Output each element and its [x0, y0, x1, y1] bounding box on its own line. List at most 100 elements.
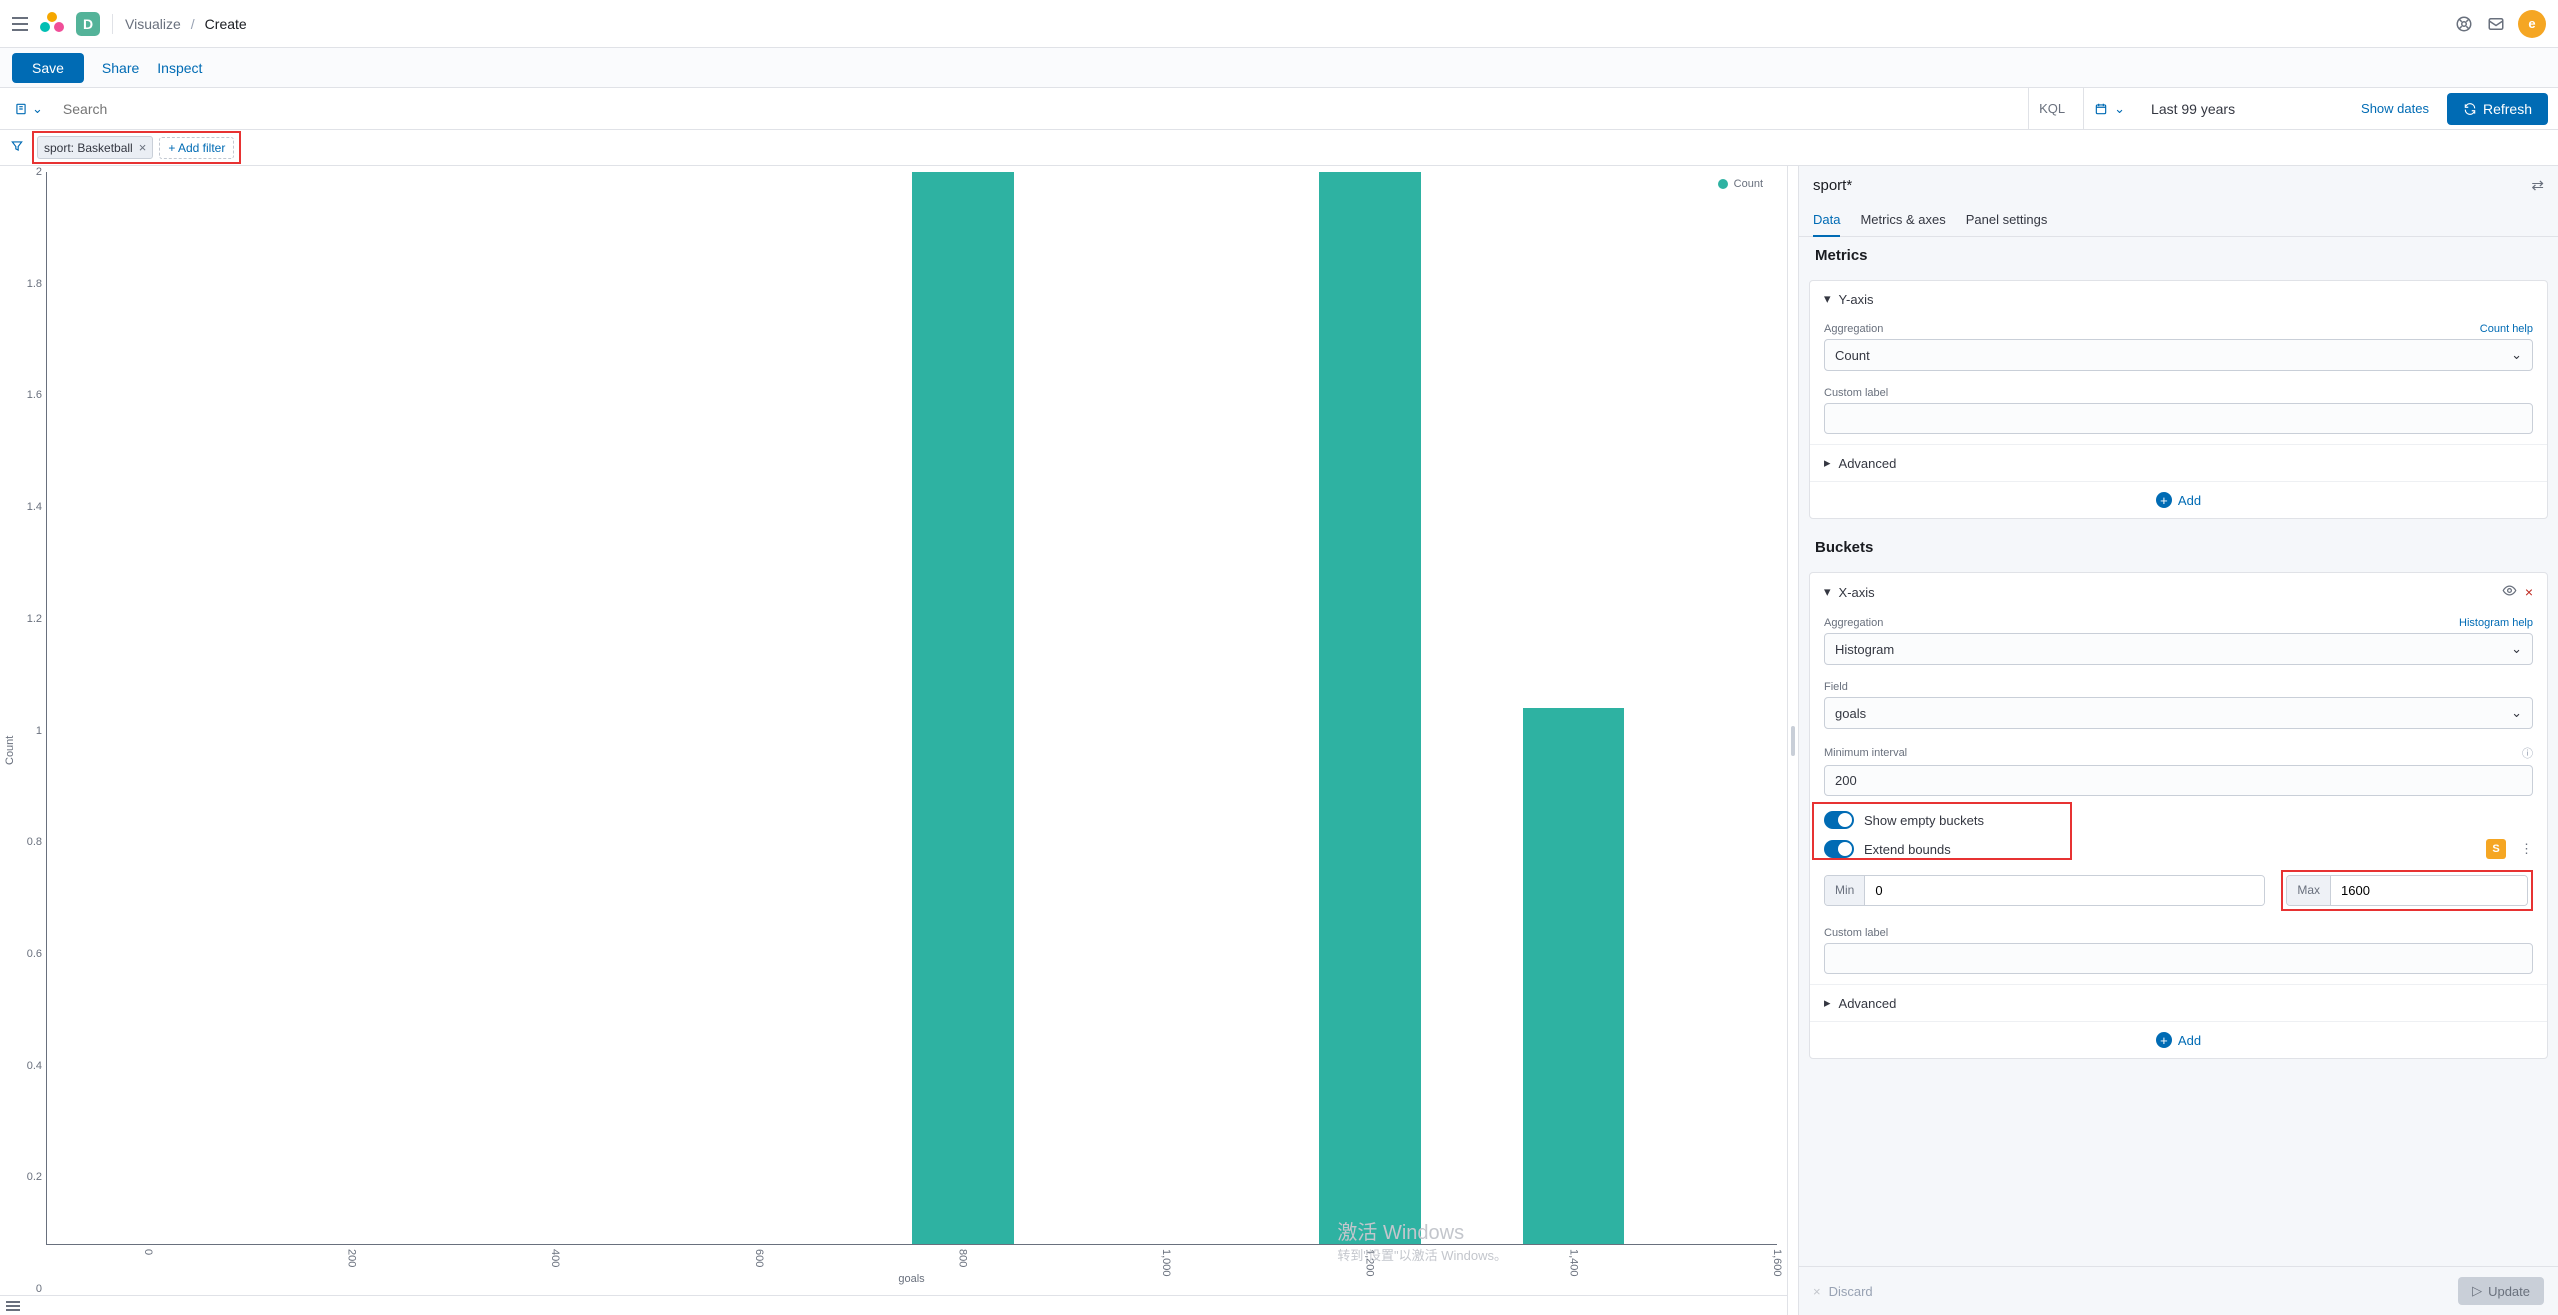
sidebar-footer: × Discard ▷ Update — [1799, 1266, 2558, 1315]
bar[interactable] — [912, 172, 1014, 1244]
legend-swatch-icon — [1718, 179, 1728, 189]
tab-metrics-axes[interactable]: Metrics & axes — [1860, 204, 1945, 236]
chevron-down-icon: ⌄ — [32, 101, 43, 117]
newsfeed-icon[interactable] — [2486, 14, 2506, 34]
bucket-aggregation-select[interactable]: Histogram ⌄ — [1824, 633, 2533, 665]
chart-footer — [0, 1295, 1787, 1315]
buckets-card: X-axis × Aggregation Histogram help — [1809, 572, 2548, 1059]
search-input[interactable] — [55, 95, 2020, 123]
filter-pill[interactable]: sport: Basketball × — [37, 136, 153, 159]
space-badge[interactable]: D — [76, 12, 100, 36]
breadcrumb-parent[interactable]: Visualize — [125, 16, 181, 32]
y-axis-ticks: 00.20.40.60.811.21.41.61.82 — [18, 172, 46, 1289]
more-icon[interactable]: ⋮ — [2520, 841, 2533, 857]
field-select[interactable]: goals ⌄ — [1824, 697, 2533, 729]
chevron-right-icon — [1824, 995, 1831, 1011]
close-icon[interactable]: × — [139, 140, 147, 155]
chevron-down-icon — [1824, 584, 1831, 600]
plus-icon: + — [2156, 492, 2172, 508]
aggregation-label: Aggregation — [1824, 617, 1883, 629]
action-bar: Save Share Inspect — [0, 48, 2558, 88]
editor-sidebar: sport* ⇄ Data Metrics & axes Panel setti… — [1798, 166, 2558, 1315]
menu-icon[interactable] — [12, 17, 28, 31]
max-input[interactable] — [2331, 876, 2527, 905]
filter-pill-text: sport: Basketball — [44, 141, 133, 155]
plus-icon: + — [2156, 1032, 2172, 1048]
min-label: Min — [1825, 876, 1865, 905]
avatar[interactable]: e — [2518, 10, 2546, 38]
chart-legend[interactable]: Count — [1718, 178, 1763, 190]
toggle-visibility-icon[interactable] — [2502, 583, 2517, 601]
custom-label-label: Custom label — [1824, 927, 1888, 939]
update-button[interactable]: ▷ Update — [2458, 1277, 2544, 1305]
metrics-yaxis-toggle[interactable]: Y-axis — [1824, 291, 2533, 307]
buckets-add-button[interactable]: + Add — [1810, 1021, 2547, 1058]
show-dates-link[interactable]: Show dates — [2351, 101, 2439, 116]
sidebar-tabs: Data Metrics & axes Panel settings — [1799, 204, 2558, 237]
min-input[interactable] — [1865, 876, 2264, 905]
query-bar: ⌄ KQL ⌄ Last 99 years Show dates Refresh — [0, 88, 2558, 130]
legend-toggle-icon[interactable] — [6, 1301, 20, 1311]
chart-plot[interactable]: Count — [46, 172, 1777, 1245]
date-range-text[interactable]: Last 99 years — [2143, 101, 2343, 117]
inspect-link[interactable]: Inspect — [157, 60, 202, 76]
custom-label-input[interactable] — [1824, 403, 2533, 434]
help-icon[interactable] — [2454, 14, 2474, 34]
date-picker[interactable]: ⌄ — [2083, 88, 2135, 129]
histogram-help-link[interactable]: Histogram help — [2459, 617, 2533, 629]
count-help-link[interactable]: Count help — [2480, 323, 2533, 335]
bucket-custom-label-input[interactable] — [1824, 943, 2533, 974]
json-input-icon[interactable]: S — [2486, 839, 2506, 859]
highlight-max: Max — [2281, 870, 2533, 911]
custom-label-label: Custom label — [1824, 387, 1888, 399]
discard-button[interactable]: Discard — [1829, 1284, 1873, 1299]
extend-bounds-switch[interactable] — [1824, 840, 1854, 858]
saved-queries-button[interactable]: ⌄ — [10, 101, 47, 117]
chevron-down-icon: ⌄ — [2511, 705, 2522, 721]
elastic-logo-icon[interactable] — [40, 12, 64, 36]
chevron-down-icon — [1824, 291, 1831, 307]
filter-bar: sport: Basketball × + Add filter — [0, 130, 2558, 166]
breadcrumb-separator-icon: / — [191, 16, 195, 32]
chevron-down-icon: ⌄ — [2511, 641, 2522, 657]
min-interval-input[interactable]: 200 — [1824, 765, 2533, 796]
legend-label: Count — [1734, 178, 1763, 190]
x-axis-title: goals — [46, 1273, 1777, 1289]
y-axis-title: Count — [2, 172, 18, 1289]
buckets-xaxis-toggle[interactable]: X-axis — [1824, 584, 2502, 600]
refresh-button[interactable]: Refresh — [2447, 93, 2548, 125]
kql-toggle[interactable]: KQL — [2028, 88, 2075, 129]
tab-data[interactable]: Data — [1813, 204, 1840, 237]
filter-options-icon[interactable] — [10, 139, 24, 156]
chevron-down-icon: ⌄ — [2114, 101, 2125, 117]
max-field[interactable]: Max — [2286, 875, 2528, 906]
breadcrumb-current: Create — [205, 16, 247, 32]
info-icon[interactable]: ⓘ — [2522, 745, 2533, 761]
share-link[interactable]: Share — [102, 60, 139, 76]
index-pattern-switch-icon[interactable]: ⇄ — [2531, 176, 2544, 194]
show-empty-buckets-switch[interactable] — [1824, 811, 1854, 829]
play-icon: ▷ — [2472, 1283, 2482, 1299]
bar[interactable] — [1523, 708, 1625, 1244]
buckets-advanced-toggle[interactable]: Advanced — [1824, 995, 2533, 1011]
chevron-down-icon: ⌄ — [2511, 347, 2522, 363]
breadcrumb: Visualize / Create — [125, 16, 247, 32]
delete-icon[interactable]: × — [2525, 584, 2533, 600]
save-button[interactable]: Save — [12, 53, 84, 83]
tab-panel-settings[interactable]: Panel settings — [1966, 204, 2048, 236]
add-filter-button[interactable]: + Add filter — [159, 137, 234, 159]
metrics-add-button[interactable]: + Add — [1810, 481, 2547, 518]
field-label: Field — [1824, 681, 1848, 693]
index-pattern-title[interactable]: sport* — [1813, 177, 2531, 194]
chart-pane: Count 00.20.40.60.811.21.41.61.82 Count … — [0, 166, 1788, 1315]
bar[interactable] — [1319, 172, 1421, 1244]
metrics-title: Metrics — [1809, 237, 2548, 270]
metrics-advanced-toggle[interactable]: Advanced — [1824, 455, 2533, 471]
min-field[interactable]: Min — [1824, 875, 2265, 906]
collapse-handle[interactable] — [1788, 166, 1798, 1315]
metrics-card: Y-axis Aggregation Count help Count ⌄ — [1809, 280, 2548, 519]
main-split: Count 00.20.40.60.811.21.41.61.82 Count … — [0, 166, 2558, 1315]
close-icon[interactable]: × — [1813, 1284, 1821, 1299]
top-nav: D Visualize / Create e — [0, 0, 2558, 48]
aggregation-select[interactable]: Count ⌄ — [1824, 339, 2533, 371]
